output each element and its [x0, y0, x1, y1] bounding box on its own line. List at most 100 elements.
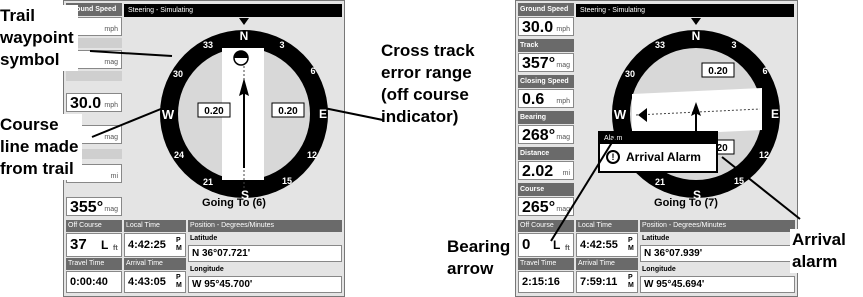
range-label-top: 0.20	[708, 66, 728, 77]
position-label: Position - Degrees/Minutes	[640, 220, 795, 232]
course-box: 265° mag	[518, 197, 574, 216]
right-compass: N E S W 3 6 12 15 21 24 30 33 0.20 0.20	[612, 18, 780, 202]
course-value: 265°	[522, 199, 556, 216]
local-time-box: 4:42:55 P M	[576, 233, 638, 257]
distance-label: Distance	[518, 147, 574, 160]
distance-box: 2.02 mi	[518, 161, 574, 180]
longitude-label: Longitude	[640, 264, 795, 275]
distance-unit: mi	[110, 173, 118, 180]
callout-bearing-arrow: Bearing arrow	[447, 236, 513, 280]
position-label: Position - Degrees/Minutes	[188, 220, 342, 232]
tick-21: 21	[655, 177, 665, 187]
off-course-unit: ft	[113, 245, 118, 252]
off-course-label: Off Course	[66, 220, 122, 232]
off-course-value: 37	[70, 236, 87, 253]
callout-line-1: Bearing	[447, 237, 511, 256]
north-label: N	[240, 29, 249, 43]
callout-line-3: from trail	[0, 159, 74, 178]
track-unit: mag	[104, 59, 118, 66]
off-course-box: 37 L ft	[66, 233, 122, 257]
off-course-box: 0 L ft	[518, 233, 574, 257]
heading-marker-icon	[691, 18, 701, 25]
off-course-label: Off Course	[518, 220, 574, 232]
longitude-label: Longitude	[188, 264, 342, 275]
tick-24: 24	[174, 150, 184, 160]
callout-line-2: alarm	[792, 252, 838, 271]
course-box: 355° mag	[66, 197, 122, 216]
west-label: W	[614, 107, 627, 122]
track-unit: mag	[556, 62, 570, 69]
speed-value: 30.0	[70, 95, 102, 112]
tick-15: 15	[734, 176, 744, 186]
callout-line-3: (off course	[381, 85, 469, 104]
popup-title: Alarm	[600, 133, 716, 144]
latitude-label: Latitude	[188, 233, 342, 244]
travel-time-label: Travel Time	[518, 258, 574, 270]
tick-33: 33	[655, 40, 665, 50]
speed-box: 30.0 mph	[66, 93, 122, 112]
latitude-value: N 36°07.721'	[188, 245, 342, 262]
going-to-label: Going To (7)	[654, 197, 718, 209]
ground-speed-box: 30.0 mph	[518, 17, 574, 36]
callout-line-1: Trail	[0, 6, 35, 25]
arrival-time-label: Arrival Time	[124, 258, 186, 270]
local-time-value: 4:42:25	[128, 239, 166, 251]
callout-line-1: Course	[0, 115, 59, 134]
arrival-time-box: 4:43:05 P M	[124, 271, 186, 293]
tick-6: 6	[762, 66, 767, 76]
west-label: W	[162, 107, 175, 122]
arrival-alarm-popup[interactable]: Alarm ! Arrival Alarm	[598, 131, 718, 173]
local-time-label: Local Time	[576, 220, 638, 232]
latitude-value: N 36°07.939'	[640, 245, 795, 262]
longitude-value: W 95°45.694'	[640, 276, 795, 293]
arrival-time-value: 7:59:11	[580, 276, 618, 288]
track-box: 357° mag	[518, 53, 574, 72]
going-to-label: Going To (6)	[202, 197, 266, 209]
range-label-left: 0.20	[204, 106, 224, 117]
local-time-box: 4:42:25 P M	[124, 233, 186, 257]
left-bottom-panel: Off Course 37 L ft Travel Time 0:00:40 L…	[66, 220, 344, 296]
callout-line-2: arrow	[447, 259, 494, 278]
right-bottom-panel: Off Course 0 L ft Travel Time 2:15:16 Lo…	[518, 220, 796, 296]
ground-speed-unit: mph	[556, 26, 570, 33]
left-compass: N E S W 3 6 12 15 21 24 30 33 0.20 0.20	[160, 18, 328, 202]
tick-15: 15	[282, 176, 292, 186]
longitude-value: W 95°45.700'	[188, 276, 342, 293]
tick-12: 12	[307, 150, 317, 160]
callout-line-4: indicator)	[381, 107, 459, 126]
local-time-label: Local Time	[124, 220, 186, 232]
off-course-unit: ft	[565, 245, 570, 252]
off-course-dir: L	[101, 238, 109, 252]
callout-arrival-alarm: Arrival alarm	[790, 229, 846, 273]
bearing-label: Bearing	[518, 111, 574, 124]
warning-icon: !	[606, 150, 620, 164]
heading-marker-icon	[239, 18, 249, 25]
callout-line-2: error range	[381, 63, 472, 82]
left-gps-screen: Ground Speed mph mag 30.0 mph mag mi 355°…	[63, 0, 345, 297]
closing-speed-value: 0.6	[522, 91, 545, 108]
travel-time-value: 0:00:40	[66, 271, 122, 293]
popup-body: ! Arrival Alarm	[600, 144, 716, 171]
track-value: 357°	[522, 55, 556, 72]
arrival-time-value: 4:43:05	[128, 276, 166, 288]
popup-text: Arrival Alarm	[626, 150, 701, 164]
travel-time-label: Travel Time	[66, 258, 122, 270]
ground-speed-value: 30.0	[522, 19, 554, 36]
tick-6: 6	[310, 66, 315, 76]
distance-unit: mi	[562, 170, 570, 177]
tick-21: 21	[203, 177, 213, 187]
range-label-right: 0.20	[278, 106, 298, 117]
closing-speed-box: 0.6 mph	[518, 89, 574, 108]
local-time-value: 4:42:55	[580, 239, 618, 251]
speed-unit: mph	[104, 102, 118, 109]
ground-speed-unit: mph	[104, 26, 118, 33]
tick-30: 30	[625, 69, 635, 79]
callout-line-2: waypoint	[0, 28, 74, 47]
travel-time-value: 2:15:16	[518, 271, 574, 293]
right-side-panel: Ground Speed 30.0 mph Track 357° mag Closi…	[516, 1, 576, 218]
tick-3: 3	[731, 40, 736, 50]
bearing-unit: mag	[556, 134, 570, 141]
bearing-unit: mag	[104, 134, 118, 141]
page-title: Steering - Simulating	[576, 4, 794, 17]
east-label: E	[319, 107, 327, 121]
